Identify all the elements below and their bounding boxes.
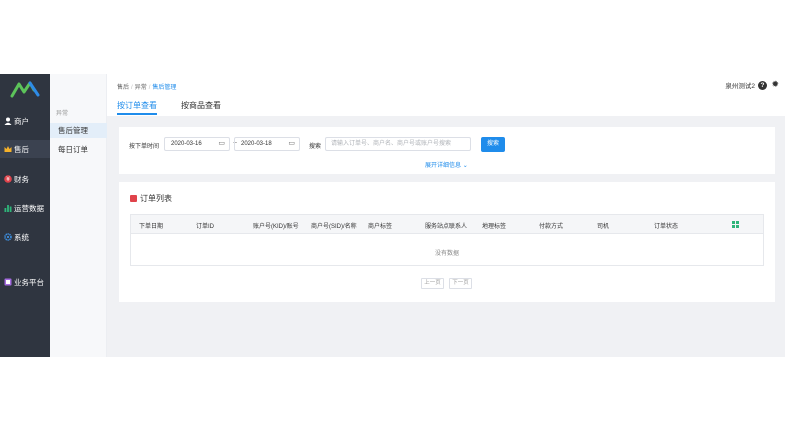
submenu: 异常 售后管理 每日订单 <box>50 74 107 357</box>
help-icon[interactable]: ? <box>758 81 767 90</box>
column-settings-icon[interactable] <box>732 221 739 228</box>
bar-chart-icon <box>3 204 12 213</box>
end-date-value: 2020-03-18 <box>241 141 272 147</box>
column-header[interactable]: 下单日期 <box>139 221 163 230</box>
column-header[interactable]: 服务站点联系人 <box>425 221 467 230</box>
order-list-panel: 订单列表 下单日期 订单ID 账户号(KID)/账号 商户号(SID)/名称 商… <box>119 182 775 302</box>
column-header[interactable]: 司机 <box>597 221 609 230</box>
nav-label: 财务 <box>14 174 29 184</box>
expand-details-label: 展开详细信息 <box>425 163 462 169</box>
calendar-icon: ▭ <box>288 140 295 147</box>
tab-by-order[interactable]: 按订单查看 <box>117 100 157 115</box>
user-name[interactable]: 泉州测试2 <box>725 80 755 90</box>
prev-page-button[interactable]: 上一页 <box>421 278 444 289</box>
svg-text:¥: ¥ <box>6 176 10 183</box>
main-content: 售后 / 异常 / 售后管理 泉州测试2 ? ✹ 按订单查看 按商品查看 按下单时间 2… <box>107 74 785 357</box>
list-icon <box>130 195 137 202</box>
user-icon <box>3 117 12 126</box>
money-icon: ¥ <box>3 175 12 184</box>
nav-item-aftersale[interactable]: 售后 <box>0 140 50 158</box>
nav-label: 售后 <box>14 144 29 154</box>
nav-item-merchant[interactable]: 商户 <box>0 112 50 130</box>
order-table: 下单日期 订单ID 账户号(KID)/账号 商户号(SID)/名称 商户标签 服… <box>130 214 764 266</box>
calendar-icon: ▭ <box>218 140 225 147</box>
chevron-down-icon: ⌄ <box>462 163 468 169</box>
nav-label: 运营数据 <box>14 203 44 213</box>
column-header[interactable]: 地理标签 <box>482 221 506 230</box>
tab-by-product[interactable]: 按商品查看 <box>181 100 221 115</box>
app: 商户 售后 ¥ 财务 运营数据 系统 业务平台 异常 售后管理 每日订单 售后 … <box>0 74 785 357</box>
column-header[interactable]: 商户标签 <box>368 221 392 230</box>
gear-icon <box>3 233 12 242</box>
sidebar: 商户 售后 ¥ 财务 运营数据 系统 业务平台 <box>0 74 50 357</box>
table-header: 下单日期 订单ID 账户号(KID)/账号 商户号(SID)/名称 商户标签 服… <box>131 215 763 234</box>
start-date-input[interactable]: 2020-03-16 ▭ <box>164 137 230 151</box>
end-date-input[interactable]: 2020-03-18 ▭ <box>234 137 300 151</box>
submenu-group-label: 异常 <box>56 111 69 117</box>
filter-panel: 按下单时间 2020-03-16 ▭ ~ 2020-03-18 ▭ 搜索 请输入… <box>119 127 775 174</box>
column-header[interactable]: 付款方式 <box>539 221 563 230</box>
submenu-item-daily-orders[interactable]: 每日订单 <box>50 142 107 157</box>
start-date-value: 2020-03-16 <box>171 141 202 147</box>
search-input[interactable]: 请输入订单号、商户名、商户号或账户号搜索 <box>325 137 471 151</box>
nav-item-finance[interactable]: ¥ 财务 <box>0 170 50 188</box>
column-header[interactable]: 订单状态 <box>654 221 678 230</box>
topbar: 售后 / 异常 / 售后管理 泉州测试2 ? ✹ 按订单查看 按商品查看 <box>107 74 785 116</box>
nav-item-ops-data[interactable]: 运营数据 <box>0 199 50 217</box>
crown-icon <box>3 145 12 154</box>
platform-icon <box>3 278 12 287</box>
submenu-item-aftersale-mgmt[interactable]: 售后管理 <box>50 123 107 138</box>
expand-details-link[interactable]: 展开详细信息 ⌄ <box>425 160 468 169</box>
next-page-button[interactable]: 下一页 <box>449 278 472 289</box>
breadcrumb-item[interactable]: 售后 <box>117 85 129 91</box>
nav-label: 业务平台 <box>14 277 44 287</box>
logo <box>10 81 40 98</box>
order-time-label: 按下单时间 <box>129 144 160 150</box>
empty-state-text: 没有数据 <box>434 251 459 257</box>
breadcrumb-current: 售后管理 <box>152 85 177 91</box>
column-header[interactable]: 商户号(SID)/名称 <box>311 221 357 230</box>
order-list-title-text: 订单列表 <box>140 194 172 203</box>
breadcrumb: 售后 / 异常 / 售后管理 <box>117 85 177 91</box>
breadcrumb-item[interactable]: 异常 <box>135 85 147 91</box>
column-header[interactable]: 订单ID <box>196 221 214 230</box>
order-list-title: 订单列表 <box>130 193 172 204</box>
nav-item-system[interactable]: 系统 <box>0 228 50 246</box>
search-button[interactable]: 搜索 <box>481 137 505 152</box>
nav-item-platform[interactable]: 业务平台 <box>0 273 50 291</box>
column-header[interactable]: 账户号(KID)/账号 <box>253 221 299 230</box>
nav-label: 系统 <box>14 232 29 242</box>
settings-icon[interactable]: ✹ <box>771 79 779 89</box>
nav-label: 商户 <box>14 116 29 126</box>
search-label: 搜索 <box>309 144 322 150</box>
